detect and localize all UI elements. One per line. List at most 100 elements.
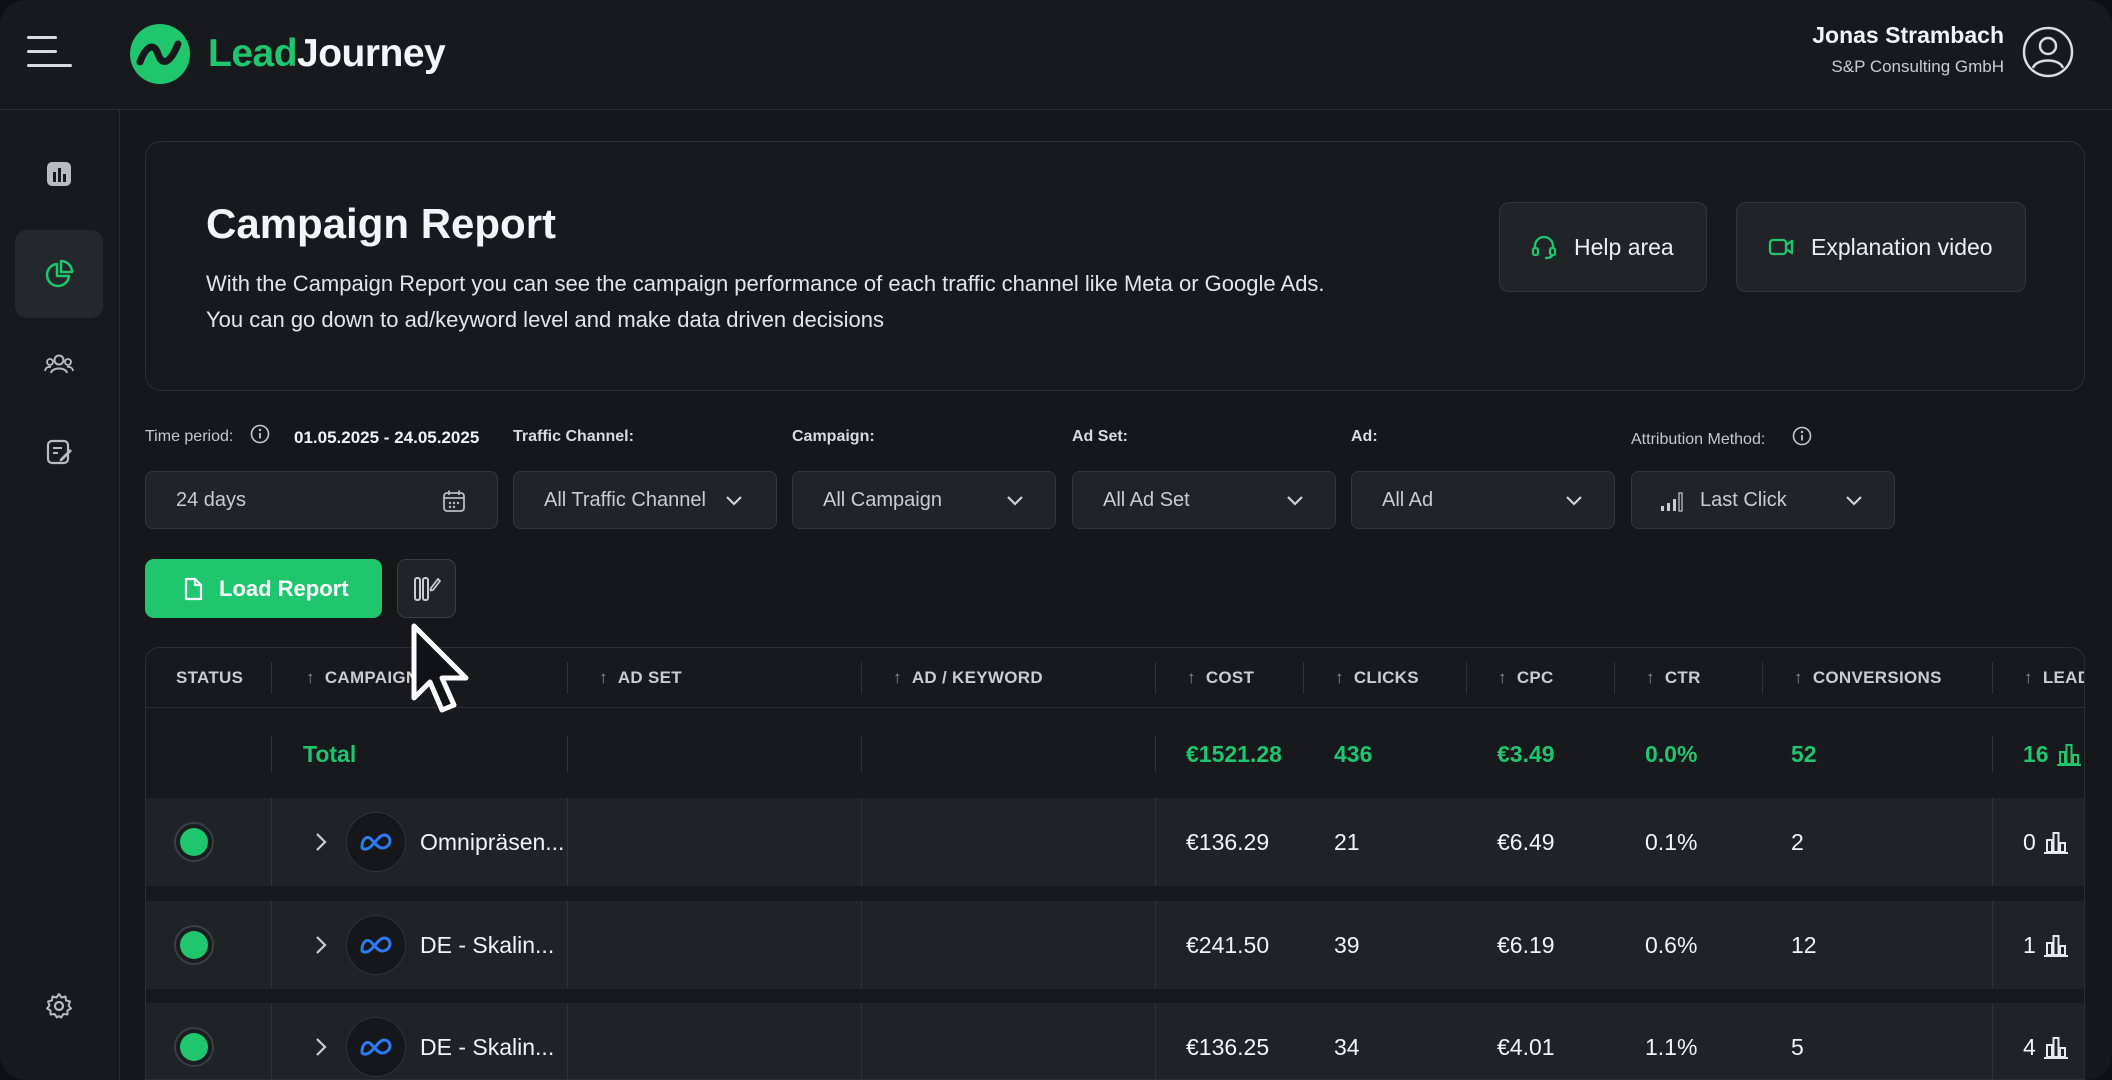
total-leads: 16 [2023, 710, 2083, 798]
sidebar [0, 110, 120, 1080]
campaign-name[interactable]: DE - Skalin... [420, 901, 554, 989]
load-report-button[interactable]: Load Report [145, 559, 382, 618]
ctr-value: 1.1% [1645, 1033, 1698, 1060]
calendar-icon [443, 490, 465, 512]
total-conversions: 52 [1791, 740, 1817, 767]
leads-value: 0 [2023, 798, 2070, 886]
signal-bars-icon [1661, 492, 1683, 512]
column-header-leads[interactable]: ↑LEADS [2024, 648, 2084, 708]
attribution-method-select[interactable]: Last Click [1631, 471, 1895, 529]
clicks-value: 21 [1334, 828, 1360, 855]
cost-value: €136.29 [1186, 828, 1270, 855]
sidebar-item-campaign-report[interactable] [15, 230, 103, 318]
pie-chart-icon [45, 259, 74, 288]
chevron-down-icon [1846, 496, 1862, 506]
status-toggle[interactable] [174, 925, 214, 965]
column-header-cost[interactable]: ↑ COST [1187, 648, 1254, 708]
sidebar-item-users[interactable] [15, 320, 103, 408]
report-header-card: Campaign Report With the Campaign Report… [145, 141, 2085, 391]
time-period-label: Time period: [145, 428, 234, 445]
top-bar: LeadJourney Jonas Strambach S&P Consulti… [0, 0, 2112, 110]
bar-chart-icon[interactable] [2042, 828, 2070, 856]
column-header-ad-set[interactable]: ↑ AD SET [599, 648, 682, 708]
column-header-status[interactable]: STATUS [176, 648, 243, 708]
headset-icon [1531, 235, 1557, 260]
table-row[interactable]: DE - Skalin... €136.25 34 €4.01 1.1% 5 4 [146, 1003, 2084, 1079]
column-header-clicks[interactable]: ↑ CLICKS [1335, 648, 1419, 708]
gear-icon [46, 993, 72, 1019]
ad-set-select[interactable]: All Ad Set [1072, 471, 1336, 529]
table-row-total: Total €1521.28 436 €3.49 0.0% 52 16 [146, 710, 2084, 798]
chevron-right-icon[interactable] [309, 830, 333, 854]
edit-document-icon [46, 439, 72, 465]
attribution-method-label: Attribution Method: [1631, 431, 1766, 448]
total-label: Total [303, 740, 357, 767]
help-area-button[interactable]: Help area [1499, 202, 1707, 292]
cpc-value: €6.19 [1497, 931, 1555, 958]
table-row[interactable]: Omnipräsen... €136.29 21 €6.49 0.1% 2 0 [146, 798, 2084, 886]
cpc-value: €4.01 [1497, 1033, 1555, 1060]
campaign-select[interactable]: All Campaign [792, 471, 1056, 529]
status-toggle[interactable] [174, 1027, 214, 1067]
table-row[interactable]: DE - Skalin... €241.50 39 €6.19 0.6% 12 … [146, 901, 2084, 989]
ctr-value: 0.6% [1645, 931, 1698, 958]
explanation-video-button[interactable]: Explanation video [1736, 202, 2026, 292]
ctr-value: 0.1% [1645, 828, 1698, 855]
column-header-cpc[interactable]: ↑ CPC [1498, 648, 1554, 708]
chevron-down-icon [1566, 496, 1582, 506]
leads-value: 1 [2023, 901, 2070, 989]
traffic-channel-label: Traffic Channel: [513, 428, 634, 445]
chevron-right-icon[interactable] [309, 1035, 333, 1059]
info-icon[interactable] [1792, 426, 1812, 446]
page-title: Campaign Report [206, 200, 557, 247]
video-camera-icon [1768, 238, 1794, 256]
traffic-channel-select[interactable]: All Traffic Channel [513, 471, 777, 529]
column-header-campaign[interactable]: ↑ CAMPAIGN [306, 648, 419, 708]
bar-chart-icon[interactable] [2042, 931, 2070, 959]
conversions-value: 2 [1791, 828, 1804, 855]
clicks-value: 34 [1334, 1033, 1360, 1060]
bar-chart-icon[interactable] [2042, 1033, 2070, 1061]
meta-logo-icon [346, 915, 406, 975]
ad-select[interactable]: All Ad [1351, 471, 1615, 529]
time-period-value: 01.05.2025 - 24.05.2025 [294, 428, 480, 447]
logo-icon [130, 24, 190, 84]
total-cpc: €3.49 [1497, 740, 1555, 767]
meta-logo-icon [346, 1017, 406, 1077]
cpc-value: €6.49 [1497, 828, 1555, 855]
campaign-name[interactable]: DE - Skalin... [420, 1003, 554, 1079]
logo[interactable]: LeadJourney [128, 22, 446, 86]
user-name: Jonas Strambach [1812, 22, 2004, 48]
total-cost: €1521.28 [1186, 740, 1282, 767]
column-header-conversions[interactable]: ↑ CONVERSIONS [1794, 648, 1942, 708]
mouse-cursor-icon [411, 623, 469, 713]
sidebar-item-dashboard[interactable] [15, 130, 103, 218]
chevron-down-icon [1287, 496, 1303, 506]
campaign-label: Campaign: [792, 428, 875, 445]
campaign-name[interactable]: Omnipräsen... [420, 798, 564, 886]
menu-icon[interactable] [27, 36, 72, 68]
time-period-picker[interactable]: 24 days [145, 471, 498, 529]
cost-value: €136.25 [1186, 1033, 1270, 1060]
page-description: With the Campaign Report you can see the… [206, 271, 1325, 332]
cost-value: €241.50 [1186, 931, 1270, 958]
user-info[interactable]: Jonas Strambach S&P Consulting GmbH [1812, 22, 2004, 77]
conversions-value: 5 [1791, 1033, 1804, 1060]
user-avatar-icon[interactable] [2022, 26, 2074, 78]
meta-logo-icon [346, 812, 406, 872]
user-company: S&P Consulting GmbH [1831, 57, 2004, 76]
sidebar-item-reports[interactable] [15, 408, 103, 496]
chevron-down-icon [726, 496, 742, 506]
bar-chart-icon[interactable] [2055, 740, 2083, 768]
total-clicks: 436 [1334, 740, 1373, 767]
clicks-value: 39 [1334, 931, 1360, 958]
chevron-right-icon[interactable] [309, 933, 333, 957]
column-header-ctr[interactable]: ↑ CTR [1646, 648, 1701, 708]
status-toggle[interactable] [174, 822, 214, 862]
info-icon[interactable] [250, 424, 270, 444]
document-icon [184, 577, 203, 600]
column-settings-button[interactable] [397, 559, 456, 618]
column-header-ad-keyword[interactable]: ↑ AD / KEYWORD [893, 648, 1043, 708]
users-icon [44, 354, 74, 374]
sidebar-item-settings[interactable] [15, 962, 103, 1050]
